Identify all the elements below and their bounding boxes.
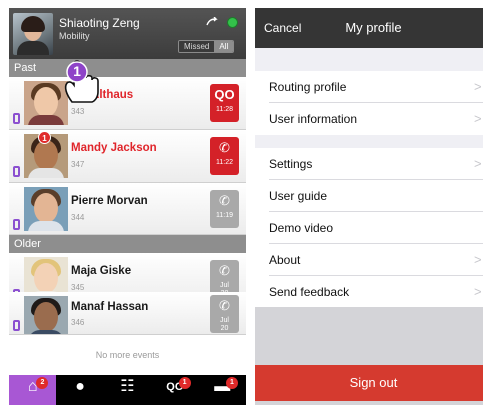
section-header-past: Past — [9, 59, 246, 77]
empty-area — [255, 307, 483, 365]
keypad-icon: ☷ — [120, 378, 135, 395]
menu-item-label: About — [269, 253, 301, 267]
contact-number: 344 — [71, 213, 85, 222]
event-time: 11:19 — [216, 212, 233, 219]
contact-number: 343 — [71, 107, 85, 116]
cancel-button[interactable]: Cancel — [264, 21, 301, 35]
tap-hint-number: 1 — [73, 63, 81, 79]
event-row[interactable]: Manaf Hassan 346 ✆ Jul 20 — [9, 292, 246, 335]
menu-item-label: Demo video — [269, 221, 334, 235]
mobile-icon — [13, 219, 20, 230]
event-time: 11:28 — [216, 106, 233, 113]
bottom-edge — [255, 401, 483, 405]
mobile-icon — [13, 320, 20, 331]
contact-name: Maja Giske — [71, 265, 132, 277]
menu-item-label: User information — [269, 112, 358, 126]
menu-item-user-guide[interactable]: User guide — [255, 180, 483, 212]
voicemail-icon: QO — [214, 87, 235, 102]
menu-item-label: Settings — [269, 157, 313, 171]
chevron-right-icon: > — [474, 79, 482, 94]
event-date-month: Jul — [220, 317, 229, 324]
presence-icon — [227, 17, 238, 28]
chevron-right-icon: > — [474, 156, 482, 171]
no-more-events: No more events — [9, 335, 246, 375]
call-history-screen: Shiaoting Zeng Mobility Missed All Past … — [9, 8, 246, 405]
menu-item-label: Routing profile — [269, 80, 347, 94]
call-tile[interactable]: ✆ 11:19 — [210, 190, 239, 228]
call-tile[interactable]: ✆ 11:22 — [210, 137, 239, 175]
menu-item-settings[interactable]: Settings > — [255, 148, 483, 180]
avatar[interactable] — [13, 13, 53, 55]
tab-home[interactable]: ⌂ 2 — [9, 375, 57, 405]
menu-item-routing-profile[interactable]: Routing profile > — [255, 71, 483, 103]
filter-all[interactable]: All — [214, 41, 234, 52]
menu-item-label: User guide — [269, 189, 328, 203]
tab-voicemail[interactable]: QO 1 — [151, 375, 198, 405]
call-forward-icon — [206, 17, 218, 26]
phone-icon: ✆ — [219, 193, 230, 208]
phone-icon: ✆ — [219, 298, 230, 313]
contact-name: Manaf Hassan — [71, 301, 149, 313]
phone-icon: ✆ — [219, 263, 230, 278]
mobile-icon — [13, 113, 20, 124]
event-row[interactable]: Pierre Morvan 344 ✆ 11:19 — [9, 183, 246, 235]
my-profile-screen: My profile Cancel Routing profile > User… — [255, 8, 483, 405]
chevron-right-icon: > — [474, 252, 482, 267]
tab-keypad[interactable]: ☷ — [104, 375, 151, 405]
filter-segmented-control: Missed All — [178, 40, 235, 53]
tab-contacts[interactable]: ● — [56, 375, 103, 405]
contact-number: 346 — [71, 318, 85, 327]
tap-hint-hand-icon — [64, 60, 99, 103]
menu-item-user-information[interactable]: User information > — [255, 103, 483, 135]
event-time: 11:22 — [216, 159, 233, 166]
menu-item-demo-video[interactable]: Demo video — [255, 212, 483, 244]
contact-photo — [24, 187, 68, 231]
phone-icon: ✆ — [219, 140, 230, 155]
tab-messages[interactable]: ▬ 1 — [199, 375, 246, 405]
contact-photo — [24, 296, 68, 334]
nav-bar: My profile Cancel — [255, 8, 483, 48]
bottom-tab-bar: ⌂ 2 ● ☷ QO 1 ▬ 1 — [9, 375, 246, 405]
event-date-day: 20 — [220, 325, 229, 332]
event-row[interactable]: ara Althaus 343 QO 11:28 — [9, 77, 246, 130]
menu-item-send-feedback[interactable]: Send feedback > — [255, 276, 483, 308]
menu-item-label: Send feedback — [269, 285, 350, 299]
missed-count-badge: 1 — [38, 131, 51, 144]
mobile-icon — [13, 166, 20, 177]
filter-missed[interactable]: Missed — [179, 41, 215, 52]
menu-item-about[interactable]: About > — [255, 244, 483, 276]
chevron-right-icon: > — [474, 111, 482, 126]
call-tile[interactable]: ✆ Jul 20 — [210, 295, 239, 333]
contact-name: Pierre Morvan — [71, 195, 148, 207]
tab-badge: 1 — [225, 377, 238, 389]
user-header: Shiaoting Zeng Mobility Missed All — [9, 8, 246, 59]
voicemail-tile[interactable]: QO 11:28 — [210, 84, 239, 122]
contact-number: 347 — [71, 160, 85, 169]
contact-name: Mandy Jackson — [71, 142, 157, 154]
tab-badge: 1 — [178, 377, 191, 389]
contacts-icon: ● — [75, 378, 85, 395]
event-row[interactable]: 1 Mandy Jackson 347 ✆ 11:22 — [9, 130, 246, 183]
section-header-older: Older — [9, 235, 246, 253]
user-name: Shiaoting Zeng — [59, 16, 140, 30]
sign-out-button[interactable]: Sign out — [255, 365, 483, 401]
tab-badge: 2 — [36, 377, 49, 389]
chevron-right-icon: > — [474, 284, 482, 299]
user-status: Mobility — [59, 31, 90, 41]
